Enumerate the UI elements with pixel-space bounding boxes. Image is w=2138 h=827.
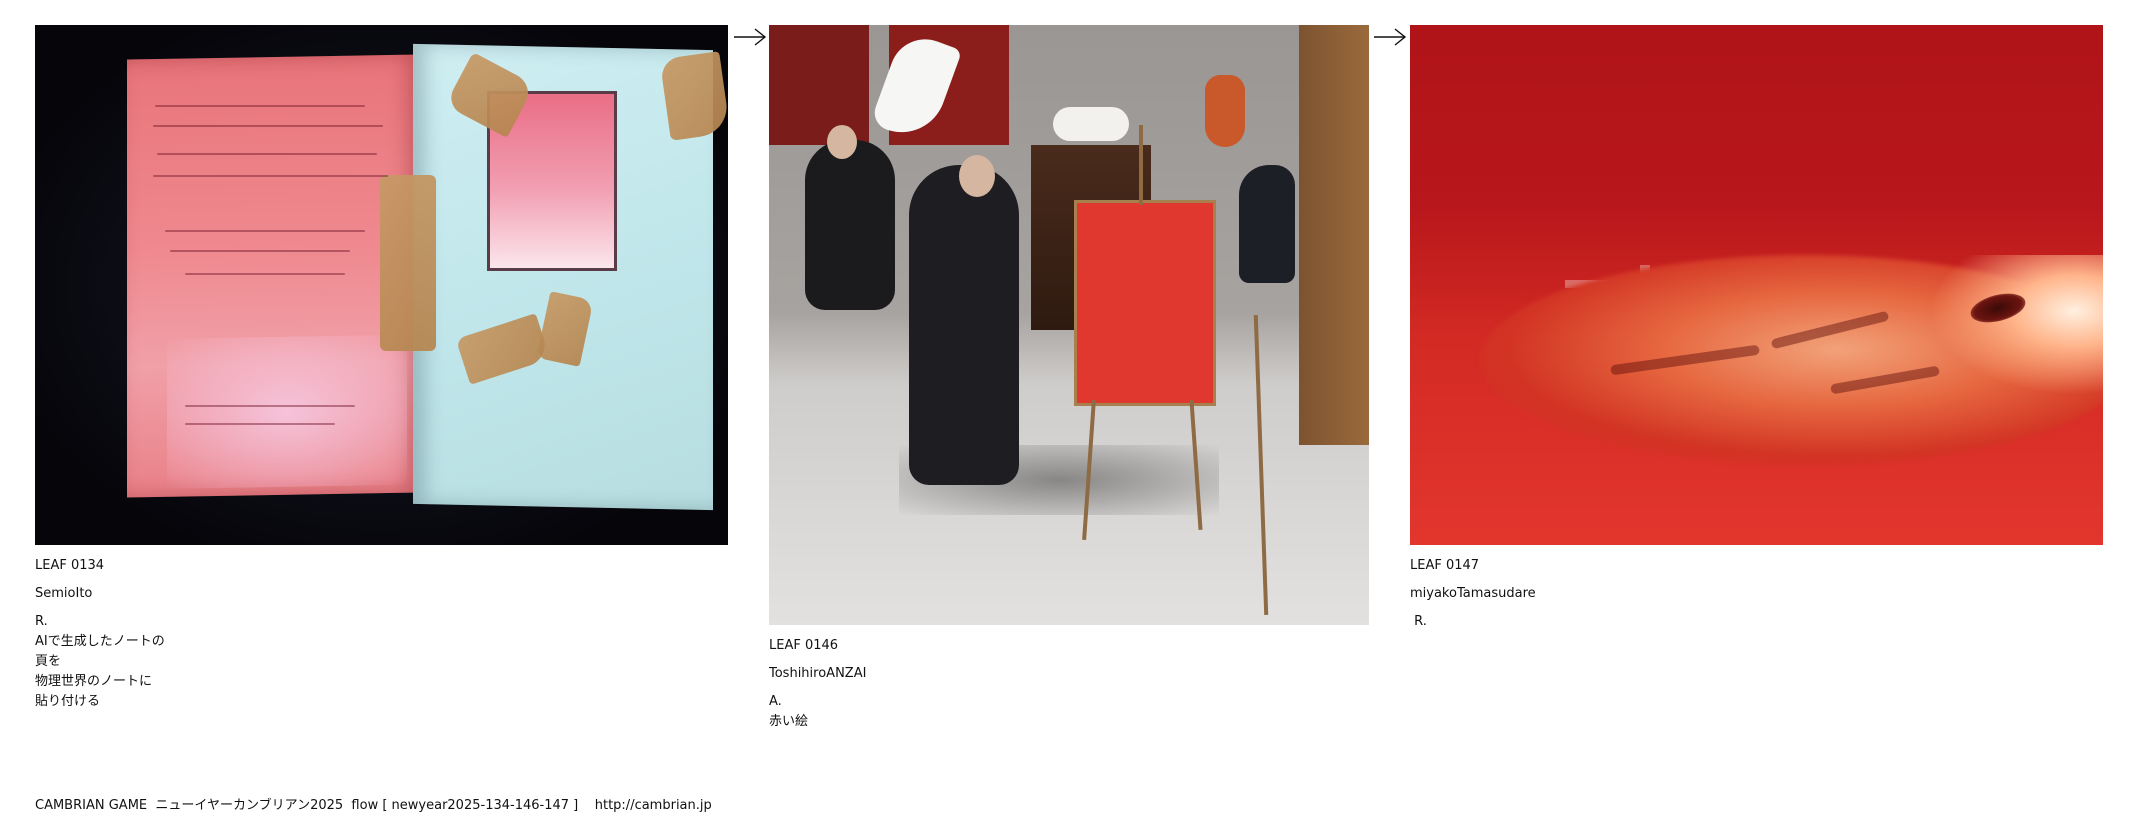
scribble-line <box>185 405 355 407</box>
standing-figure <box>909 165 1019 485</box>
scribble-line <box>157 153 377 155</box>
leaf-description-line: 貼り付ける <box>35 694 101 709</box>
red-canvas <box>1074 200 1216 406</box>
figure-head <box>959 155 995 197</box>
figure-head <box>827 125 857 159</box>
leaf-description-line: 頁を <box>35 654 62 669</box>
scribble-line <box>170 250 350 252</box>
arrow-right-icon <box>734 28 767 46</box>
notebook-left-page <box>127 54 419 498</box>
scribble-line <box>165 230 365 232</box>
leaf-author[interactable]: ToshihiroANZAI <box>769 664 1369 684</box>
wall-panel <box>769 25 869 145</box>
easel-leg <box>1139 125 1143 205</box>
tape-piece <box>659 51 728 141</box>
leaf-id: LEAF 0134 <box>35 558 105 573</box>
leaf-author[interactable]: miyakoTamasudare <box>1410 584 2103 604</box>
scribble-line <box>153 125 383 127</box>
leaf-description-line: 赤い絵 <box>769 714 809 729</box>
leaf-0146-meta: LEAF 0146 ToshihiroANZAI A. 赤い絵 <box>769 636 1369 732</box>
leaf-id: LEAF 0146 <box>769 638 839 653</box>
scribble-line <box>185 273 345 275</box>
leaf-type: A. <box>769 694 782 709</box>
scribble-line <box>155 105 365 107</box>
white-bear-figurine <box>1053 107 1129 141</box>
leaf-0147-image[interactable] <box>1410 25 2103 545</box>
light-glow <box>1930 255 2103 395</box>
footer-flow-caption: CAMBRIAN GAME ニューイヤーカンブリアン2025 flow [ ne… <box>35 798 712 813</box>
leaf-author[interactable]: SemioIto <box>35 584 728 604</box>
wall-mask <box>1205 75 1245 147</box>
easel-leg <box>1253 315 1269 615</box>
leaf-0134-meta: LEAF 0134 SemioIto R. AIで生成したノートの 頁を 物理世… <box>35 556 728 712</box>
scribble-line <box>185 423 335 425</box>
leaf-0134-image[interactable] <box>35 25 728 545</box>
leaf-id: LEAF 0147 <box>1410 558 1480 573</box>
leaf-description-line: AIで生成したノートの <box>35 634 165 649</box>
wooden-door <box>1299 25 1369 445</box>
leaf-card-0147: LEAF 0147 miyakoTamasudare R. <box>1410 25 2103 632</box>
bird-statue <box>1239 165 1295 283</box>
tape-piece <box>380 175 436 351</box>
leaf-card-0146: LEAF 0146 ToshihiroANZAI A. 赤い絵 <box>769 25 1369 732</box>
leaf-0147-meta: LEAF 0147 miyakoTamasudare R. <box>1410 556 2103 632</box>
leaf-description-line: 物理世界のノートに <box>35 674 153 689</box>
leaf-0146-image[interactable] <box>769 25 1369 625</box>
leaf-type: R. <box>1410 614 1427 629</box>
seated-figure <box>805 140 895 310</box>
leaf-card-0134: LEAF 0134 SemioIto R. AIで生成したノートの 頁を 物理世… <box>35 25 728 712</box>
scribble-line <box>153 175 388 177</box>
leaf-type: R. <box>35 614 48 629</box>
page-wash <box>167 334 407 489</box>
arrow-right-icon <box>1374 28 1407 46</box>
